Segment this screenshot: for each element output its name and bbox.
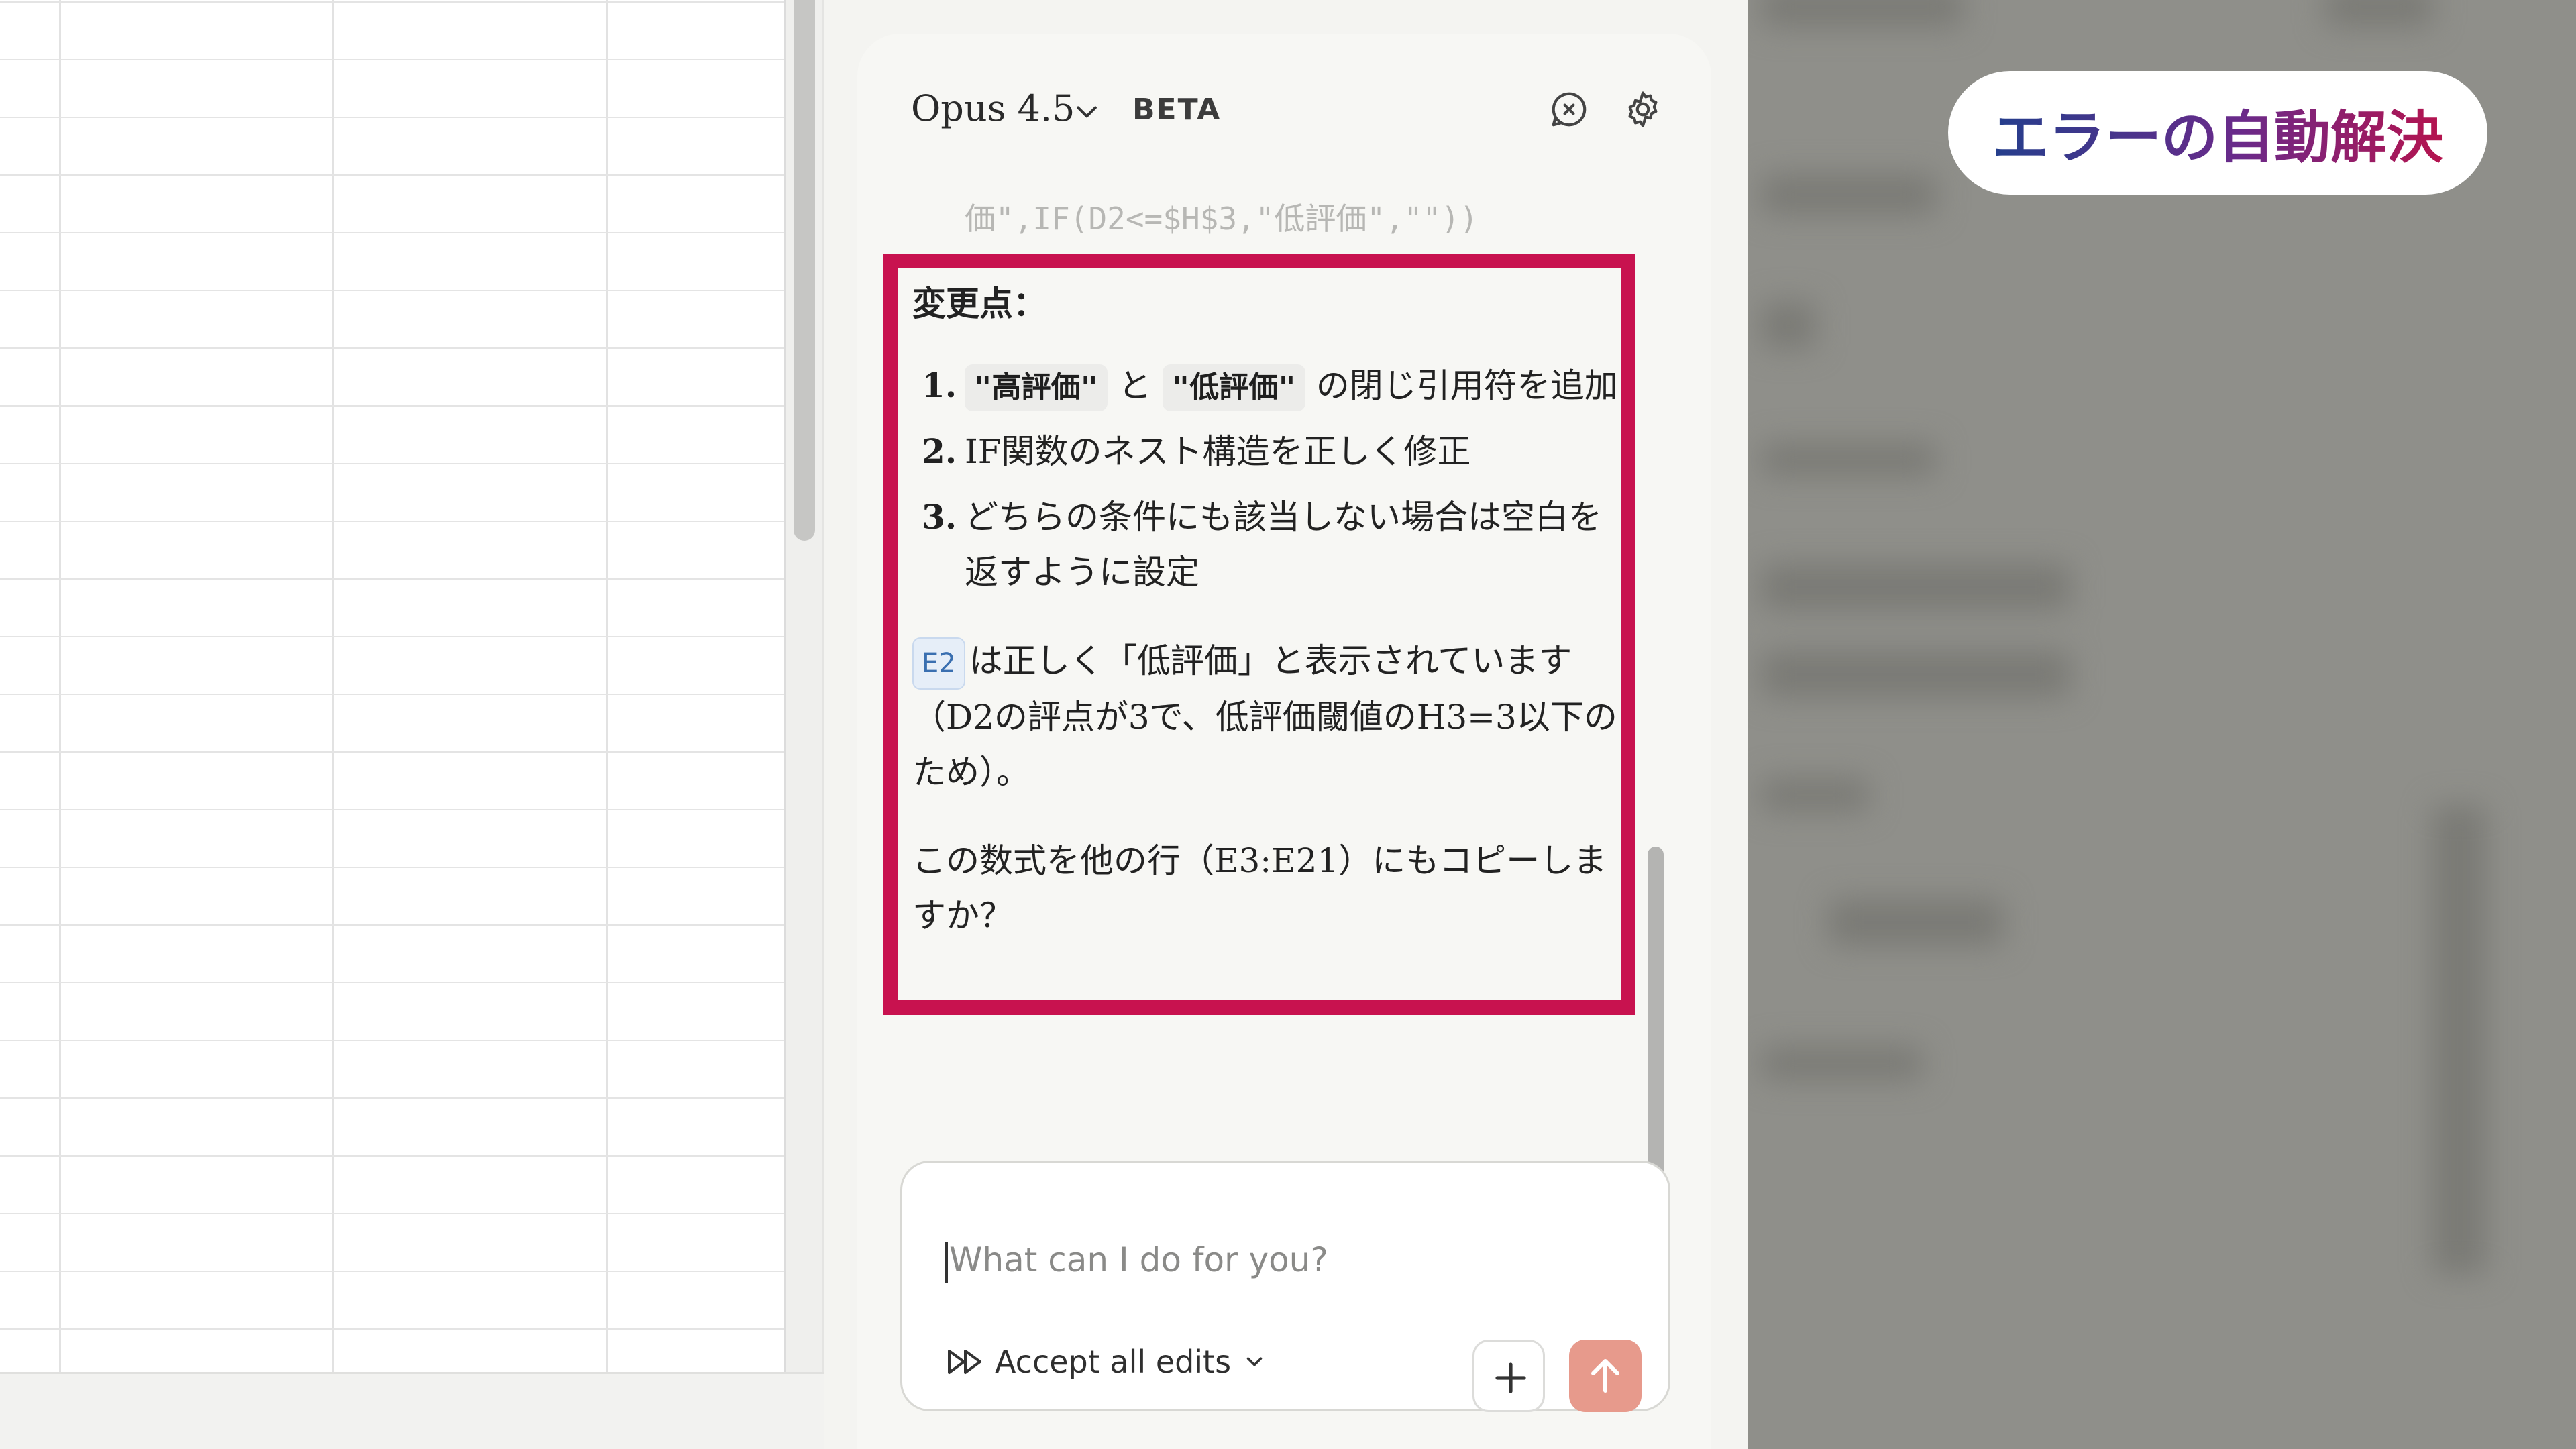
code-chip: "低評価": [1162, 364, 1305, 411]
plus-icon: [1495, 1362, 1526, 1393]
list-item: 1. "高評価" と "低評価" の閉じ引用符を追加: [912, 358, 1623, 413]
send-button[interactable]: [1569, 1340, 1642, 1412]
arrow-up-icon: [1591, 1359, 1619, 1393]
title-badge: エラーの自動解決: [1948, 71, 2487, 195]
gear-icon[interactable]: [1622, 89, 1664, 130]
fast-forward-icon: [948, 1350, 981, 1374]
panel-vertical-scrollbar[interactable]: [1648, 847, 1664, 1183]
spreadsheet-grid[interactable]: [0, 0, 786, 1372]
changes-heading: 変更点：: [912, 284, 1046, 323]
chat-close-icon[interactable]: [1548, 89, 1590, 130]
sheet-footer: [0, 1372, 824, 1449]
chat-composer: What can I do for you? Accept all edits: [900, 1161, 1670, 1412]
title-badge-text: エラーの自動解決: [1992, 93, 2443, 174]
blurred-background: [1748, 0, 2576, 1449]
grid-lines: [0, 0, 786, 1372]
model-selector[interactable]: Opus 4.5: [911, 87, 1075, 129]
add-attachment-button[interactable]: [1472, 1340, 1545, 1412]
sheet-vertical-scrollbar[interactable]: [794, 0, 815, 541]
changes-list: 1. "高評価" と "低評価" の閉じ引用符を追加 2. IF関数のネスト構造…: [912, 358, 1623, 600]
accept-all-edits-label: Accept all edits: [995, 1344, 1232, 1380]
accept-all-edits-dropdown[interactable]: Accept all edits: [947, 1344, 1267, 1380]
result-paragraph: E2 は正しく「低評価」と表示されています（D2の評点が3で、低評価閾値のH3=3…: [912, 633, 1623, 800]
cell-reference-chip[interactable]: E2: [912, 637, 965, 690]
chevron-down-icon[interactable]: [1072, 97, 1102, 126]
text-cursor: [945, 1242, 948, 1283]
list-item: 2. IF関数のネスト構造を正しく修正: [922, 431, 1471, 471]
panel-header: Opus 4.5 BETA: [857, 34, 1711, 168]
code-chip: "高評価": [965, 364, 1108, 411]
chat-input[interactable]: What can I do for you?: [949, 1240, 1328, 1279]
beta-badge: BETA: [1132, 93, 1222, 127]
assistant-message: 変更点： 1. "高評価" と "低評価" の閉じ引用符を追加 2. IF関数の…: [912, 276, 1623, 943]
formula-code-tail: 価",IF(D2<=$H$3,"低評価","")): [965, 201, 1479, 237]
question-paragraph: この数式を他の行（E3:E21）にもコピーしますか？: [912, 841, 1607, 935]
list-item: 3. どちらの条件にも該当しない場合は空白を返すように設定: [922, 497, 1602, 592]
chevron-down-icon: [1246, 1357, 1263, 1366]
assistant-panel: Opus 4.5 BETA 価",IF(D2<=$H$3,"低評価","")) …: [857, 34, 1711, 1449]
